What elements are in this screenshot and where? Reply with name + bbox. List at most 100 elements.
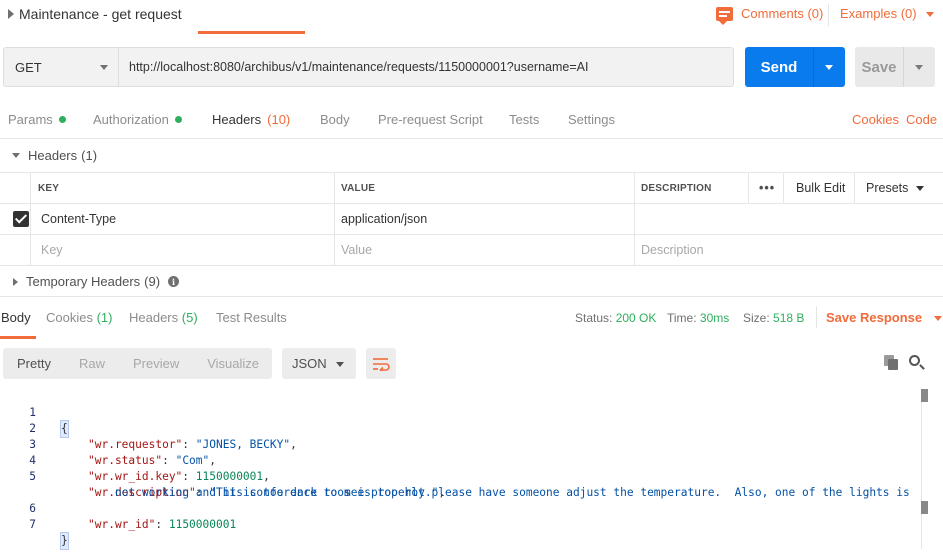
send-button-group: Send — [745, 47, 845, 87]
request-title-bar: Maintenance - get request Comments (0) E… — [0, 0, 943, 30]
send-options-chevron-icon[interactable] — [825, 64, 833, 70]
json-key: "wr.requestor" — [88, 438, 183, 451]
new-value-input[interactable]: Value — [334, 235, 372, 265]
status-dot-icon — [58, 116, 66, 123]
view-preview-button[interactable]: Preview — [119, 356, 193, 371]
format-value: JSON — [292, 356, 327, 371]
more-options-icon[interactable]: ••• — [752, 173, 775, 203]
tab-tests[interactable]: Tests — [509, 112, 539, 127]
send-button[interactable]: Send — [745, 59, 813, 76]
line-number: 7 — [29, 518, 36, 531]
tab-response-cookies[interactable]: Cookies (1) — [46, 310, 112, 325]
wrap-lines-button[interactable] — [366, 348, 396, 379]
column-divider — [783, 173, 784, 203]
presets-dropdown[interactable]: Presets — [859, 173, 925, 203]
code-line: 1 { — [0, 389, 69, 438]
new-key-input[interactable]: Key — [34, 235, 63, 265]
table-header-row: KEY VALUE DESCRIPTION ••• Bulk Edit Pres… — [0, 173, 943, 204]
column-header-key: KEY — [38, 182, 60, 194]
checkbox-checked-icon[interactable] — [13, 211, 29, 227]
code-line-wrapped: not working and it is too dark to see pr… — [0, 469, 445, 499]
tab-params[interactable]: Params — [8, 112, 66, 127]
column-header-value: VALUE — [341, 182, 376, 194]
header-key-cell[interactable]: Content-Type — [34, 204, 116, 234]
save-response-button[interactable]: Save Response — [826, 310, 942, 325]
json-open-brace: { — [60, 420, 69, 438]
cookies-link[interactable]: Cookies — [852, 112, 899, 127]
request-name[interactable]: Maintenance - get request — [19, 6, 182, 22]
json-value: "JONES, BECKY" — [195, 438, 291, 451]
search-icon[interactable] — [909, 355, 925, 371]
status-value[interactable]: 200 OK — [616, 311, 657, 325]
header-value-cell[interactable]: application/json — [334, 204, 427, 234]
wrap-lines-icon — [373, 357, 390, 371]
format-select[interactable]: JSON — [282, 348, 356, 379]
json-value-continued: not working and it is too dark to see pr… — [115, 486, 446, 499]
headers-section-title: Headers — [28, 148, 78, 163]
method-select[interactable]: GET — [4, 48, 119, 86]
tab-headers-label: Headers — [129, 310, 179, 325]
info-icon[interactable]: i — [168, 276, 180, 287]
code-line: 5 "wr.description": "This conference roo… — [0, 453, 910, 499]
json-key: "wr.wr_id.key" — [88, 470, 183, 483]
time-value[interactable]: 30ms — [700, 311, 729, 325]
section-divider — [0, 296, 943, 297]
save-response-label: Save Response — [826, 310, 923, 325]
save-split-divider — [903, 47, 904, 87]
view-visualize-button[interactable]: Visualize — [193, 356, 273, 371]
new-description-input[interactable]: Description — [634, 235, 704, 265]
scrollbar-thumb[interactable] — [921, 501, 928, 514]
temporary-headers-toggle[interactable]: Temporary Headers (9) i — [13, 274, 180, 289]
collapse-caret-icon[interactable] — [8, 9, 14, 19]
view-raw-button[interactable]: Raw — [65, 356, 119, 371]
tab-response-body[interactable]: Body — [1, 310, 31, 325]
tab-settings[interactable]: Settings — [568, 112, 615, 127]
json-pair: "wr.requestor": "JONES, BECKY", — [88, 438, 297, 451]
stats-divider — [816, 306, 817, 328]
tab-authorization[interactable]: Authorization — [93, 112, 182, 127]
comments-label: Comments (0) — [741, 6, 824, 21]
request-tabs: Params Authorization Headers (10) Body P… — [0, 104, 943, 139]
bulk-edit-link[interactable]: Bulk Edit — [789, 173, 845, 203]
tab-headers-count: (5) — [181, 310, 198, 325]
tab-headers-label: Headers — [212, 112, 262, 127]
json-pair: "wr.wr_id.key": 1150000001, — [88, 470, 270, 483]
code-line: 2 "wr.requestor": "JONES, BECKY", — [0, 405, 297, 451]
json-value: 1150000001 — [168, 518, 237, 531]
code-line: 3 "wr.status": "Com", — [0, 421, 216, 467]
examples-button[interactable]: Examples (0) — [840, 6, 935, 21]
save-button[interactable]: Save — [855, 59, 903, 76]
title-divider — [828, 4, 829, 26]
headers-section-toggle[interactable]: Headers (1) — [12, 148, 97, 163]
size-stat: Size: 518 B — [743, 311, 804, 325]
tab-body[interactable]: Body — [320, 112, 350, 127]
tab-headers[interactable]: Headers (10) — [212, 112, 290, 127]
url-input[interactable]: http://localhost:8080/archibus/v1/mainte… — [119, 48, 733, 86]
chevron-down-icon — [916, 185, 925, 191]
code-link[interactable]: Code — [906, 112, 937, 127]
table-row: Content-Type application/json — [0, 204, 943, 235]
tab-test-results[interactable]: Test Results — [216, 310, 287, 325]
size-value[interactable]: 518 B — [773, 311, 804, 325]
expand-caret-icon — [13, 277, 18, 286]
column-header-description: DESCRIPTION — [641, 182, 712, 194]
status-stat: Status: 200 OK — [575, 311, 656, 325]
expand-caret-icon — [12, 153, 20, 158]
header-description-cell[interactable] — [634, 204, 942, 234]
copy-icon[interactable] — [884, 355, 898, 370]
headers-table: KEY VALUE DESCRIPTION ••• Bulk Edit Pres… — [0, 172, 943, 266]
url-bar: GET http://localhost:8080/archibus/v1/ma… — [3, 47, 734, 87]
column-divider — [748, 173, 749, 203]
editor-scrollbar[interactable] — [921, 389, 929, 549]
column-divider — [30, 173, 31, 265]
temporary-headers-count: (9) — [144, 274, 161, 289]
json-close-brace: } — [60, 532, 69, 550]
tab-pre-request-script[interactable]: Pre-request Script — [378, 112, 483, 127]
presets-label: Presets — [866, 181, 909, 195]
view-pretty-button[interactable]: Pretty — [3, 356, 65, 371]
comments-button[interactable]: Comments (0) — [716, 6, 824, 25]
save-options-chevron-icon[interactable] — [915, 64, 923, 70]
response-body-editor[interactable]: 1 { 2 "wr.requestor": "JONES, BECKY", 3 … — [0, 389, 943, 553]
temporary-headers-title: Temporary Headers — [26, 274, 141, 289]
tab-response-headers[interactable]: Headers (5) — [129, 310, 198, 325]
